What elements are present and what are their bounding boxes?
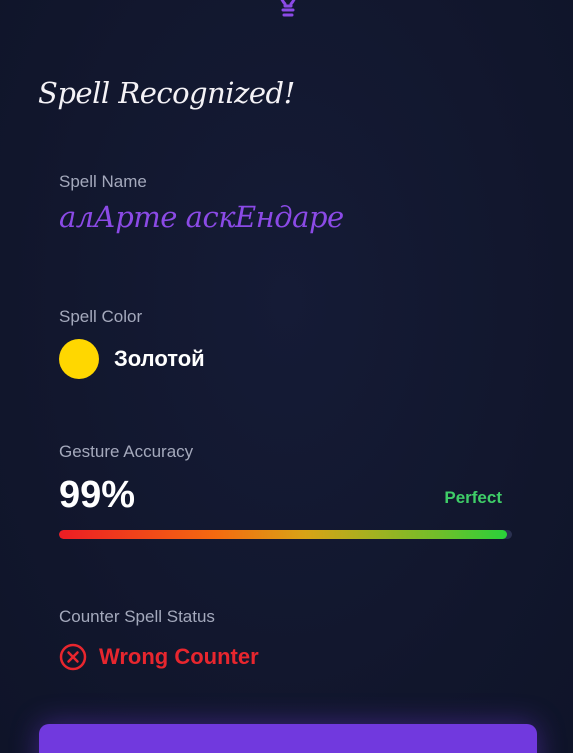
- spell-color-label: Spell Color: [59, 307, 143, 326]
- spell-color-name: Золотой: [114, 346, 205, 371]
- x-circle-icon: [59, 643, 87, 671]
- page-title: Spell Recognized!: [38, 76, 295, 110]
- gesture-accuracy-bar: [59, 530, 512, 539]
- gesture-accuracy-rating: Perfect: [444, 488, 502, 507]
- continue-duel-button[interactable]: Continue Duel: [39, 724, 537, 753]
- counter-spell-label: Counter Spell Status: [59, 607, 215, 626]
- counter-spell-status: Wrong Counter: [59, 642, 259, 672]
- gesture-accuracy-label: Gesture Accuracy: [59, 442, 194, 461]
- gesture-accuracy-bar-fill: [59, 530, 508, 539]
- spell-name-value: алАрте аскЕндаре: [59, 200, 344, 234]
- lightbulb-icon: [280, 0, 296, 17]
- counter-spell-status-text: Wrong Counter: [99, 644, 259, 669]
- spell-name-label: Spell Name: [59, 172, 147, 191]
- gesture-accuracy-value: 99%: [59, 474, 136, 516]
- spell-color-swatch: [59, 339, 99, 379]
